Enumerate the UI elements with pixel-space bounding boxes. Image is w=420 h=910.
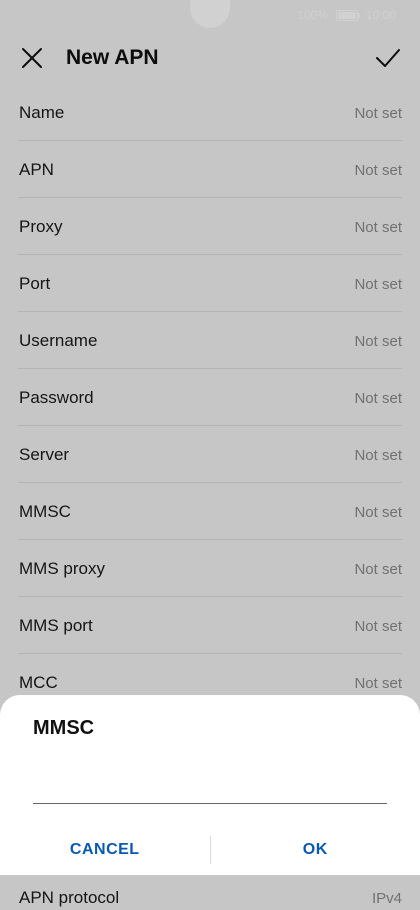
screen: 100% 10:00 New APN Name Not set APN Not … [0, 0, 420, 910]
cancel-button[interactable]: CANCEL [0, 841, 210, 859]
dialog-actions: CANCEL OK [0, 830, 420, 870]
mmsc-dialog: MMSC CANCEL OK [0, 695, 420, 875]
ok-button[interactable]: OK [211, 841, 420, 859]
mmsc-input[interactable] [33, 765, 387, 804]
dialog-title: MMSC [33, 717, 95, 739]
